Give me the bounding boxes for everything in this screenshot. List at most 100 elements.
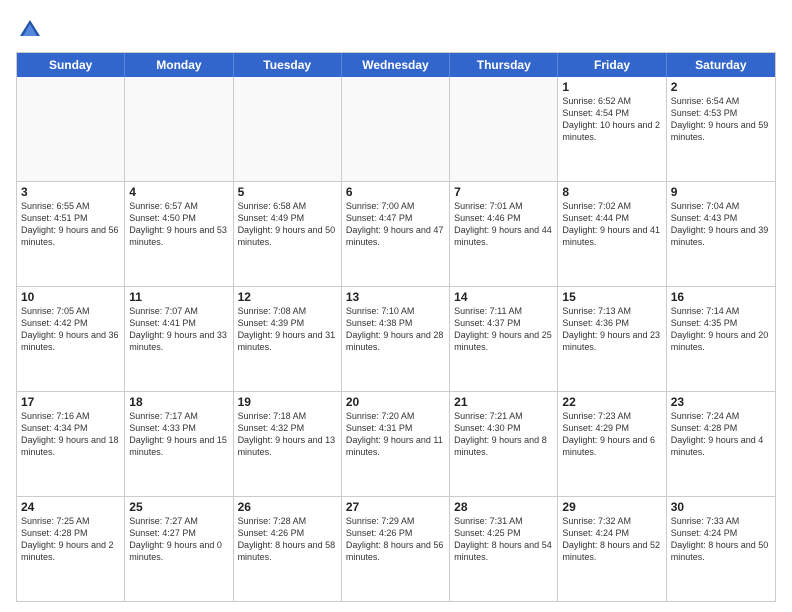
day-number: 11 (129, 290, 228, 304)
day-number: 12 (238, 290, 337, 304)
calendar: SundayMondayTuesdayWednesdayThursdayFrid… (16, 52, 776, 602)
cell-info: Sunrise: 6:55 AM Sunset: 4:51 PM Dayligh… (21, 200, 120, 249)
cell-info: Sunrise: 7:14 AM Sunset: 4:35 PM Dayligh… (671, 305, 771, 354)
cal-cell-r3-c2: 19Sunrise: 7:18 AM Sunset: 4:32 PM Dayli… (234, 392, 342, 496)
cell-info: Sunrise: 6:52 AM Sunset: 4:54 PM Dayligh… (562, 95, 661, 144)
calendar-row-4: 24Sunrise: 7:25 AM Sunset: 4:28 PM Dayli… (17, 496, 775, 601)
cal-cell-r4-c1: 25Sunrise: 7:27 AM Sunset: 4:27 PM Dayli… (125, 497, 233, 601)
cal-cell-r2-c6: 16Sunrise: 7:14 AM Sunset: 4:35 PM Dayli… (667, 287, 775, 391)
cal-cell-r2-c4: 14Sunrise: 7:11 AM Sunset: 4:37 PM Dayli… (450, 287, 558, 391)
cell-info: Sunrise: 7:01 AM Sunset: 4:46 PM Dayligh… (454, 200, 553, 249)
cal-cell-r0-c5: 1Sunrise: 6:52 AM Sunset: 4:54 PM Daylig… (558, 77, 666, 181)
cal-cell-r3-c3: 20Sunrise: 7:20 AM Sunset: 4:31 PM Dayli… (342, 392, 450, 496)
cal-cell-r0-c6: 2Sunrise: 6:54 AM Sunset: 4:53 PM Daylig… (667, 77, 775, 181)
cal-cell-r1-c0: 3Sunrise: 6:55 AM Sunset: 4:51 PM Daylig… (17, 182, 125, 286)
cell-info: Sunrise: 7:20 AM Sunset: 4:31 PM Dayligh… (346, 410, 445, 459)
day-number: 13 (346, 290, 445, 304)
day-number: 25 (129, 500, 228, 514)
calendar-row-1: 3Sunrise: 6:55 AM Sunset: 4:51 PM Daylig… (17, 181, 775, 286)
cal-cell-r4-c5: 29Sunrise: 7:32 AM Sunset: 4:24 PM Dayli… (558, 497, 666, 601)
cal-cell-r3-c1: 18Sunrise: 7:17 AM Sunset: 4:33 PM Dayli… (125, 392, 233, 496)
day-number: 14 (454, 290, 553, 304)
cell-info: Sunrise: 7:05 AM Sunset: 4:42 PM Dayligh… (21, 305, 120, 354)
day-number: 28 (454, 500, 553, 514)
cell-info: Sunrise: 7:32 AM Sunset: 4:24 PM Dayligh… (562, 515, 661, 564)
calendar-row-2: 10Sunrise: 7:05 AM Sunset: 4:42 PM Dayli… (17, 286, 775, 391)
cell-info: Sunrise: 7:23 AM Sunset: 4:29 PM Dayligh… (562, 410, 661, 459)
cell-info: Sunrise: 7:16 AM Sunset: 4:34 PM Dayligh… (21, 410, 120, 459)
logo (16, 16, 48, 44)
header-day-friday: Friday (558, 53, 666, 77)
day-number: 20 (346, 395, 445, 409)
day-number: 21 (454, 395, 553, 409)
logo-icon (16, 16, 44, 44)
cell-info: Sunrise: 6:54 AM Sunset: 4:53 PM Dayligh… (671, 95, 771, 144)
day-number: 18 (129, 395, 228, 409)
cal-cell-r0-c1 (125, 77, 233, 181)
header-day-saturday: Saturday (667, 53, 775, 77)
cell-info: Sunrise: 7:10 AM Sunset: 4:38 PM Dayligh… (346, 305, 445, 354)
cal-cell-r4-c6: 30Sunrise: 7:33 AM Sunset: 4:24 PM Dayli… (667, 497, 775, 601)
cell-info: Sunrise: 7:18 AM Sunset: 4:32 PM Dayligh… (238, 410, 337, 459)
day-number: 17 (21, 395, 120, 409)
cal-cell-r2-c2: 12Sunrise: 7:08 AM Sunset: 4:39 PM Dayli… (234, 287, 342, 391)
cal-cell-r0-c0 (17, 77, 125, 181)
cal-cell-r4-c0: 24Sunrise: 7:25 AM Sunset: 4:28 PM Dayli… (17, 497, 125, 601)
cal-cell-r3-c0: 17Sunrise: 7:16 AM Sunset: 4:34 PM Dayli… (17, 392, 125, 496)
cell-info: Sunrise: 7:11 AM Sunset: 4:37 PM Dayligh… (454, 305, 553, 354)
cell-info: Sunrise: 7:28 AM Sunset: 4:26 PM Dayligh… (238, 515, 337, 564)
calendar-header: SundayMondayTuesdayWednesdayThursdayFrid… (17, 53, 775, 77)
cell-info: Sunrise: 7:02 AM Sunset: 4:44 PM Dayligh… (562, 200, 661, 249)
cal-cell-r3-c4: 21Sunrise: 7:21 AM Sunset: 4:30 PM Dayli… (450, 392, 558, 496)
cell-info: Sunrise: 7:25 AM Sunset: 4:28 PM Dayligh… (21, 515, 120, 564)
cell-info: Sunrise: 7:00 AM Sunset: 4:47 PM Dayligh… (346, 200, 445, 249)
cell-info: Sunrise: 6:57 AM Sunset: 4:50 PM Dayligh… (129, 200, 228, 249)
cell-info: Sunrise: 7:13 AM Sunset: 4:36 PM Dayligh… (562, 305, 661, 354)
cell-info: Sunrise: 7:08 AM Sunset: 4:39 PM Dayligh… (238, 305, 337, 354)
day-number: 4 (129, 185, 228, 199)
cal-cell-r4-c2: 26Sunrise: 7:28 AM Sunset: 4:26 PM Dayli… (234, 497, 342, 601)
day-number: 2 (671, 80, 771, 94)
cal-cell-r0-c2 (234, 77, 342, 181)
cal-cell-r2-c3: 13Sunrise: 7:10 AM Sunset: 4:38 PM Dayli… (342, 287, 450, 391)
day-number: 7 (454, 185, 553, 199)
cal-cell-r2-c1: 11Sunrise: 7:07 AM Sunset: 4:41 PM Dayli… (125, 287, 233, 391)
cell-info: Sunrise: 7:33 AM Sunset: 4:24 PM Dayligh… (671, 515, 771, 564)
day-number: 22 (562, 395, 661, 409)
cell-info: Sunrise: 7:29 AM Sunset: 4:26 PM Dayligh… (346, 515, 445, 564)
day-number: 15 (562, 290, 661, 304)
cal-cell-r0-c4 (450, 77, 558, 181)
day-number: 23 (671, 395, 771, 409)
day-number: 30 (671, 500, 771, 514)
cal-cell-r1-c4: 7Sunrise: 7:01 AM Sunset: 4:46 PM Daylig… (450, 182, 558, 286)
calendar-row-3: 17Sunrise: 7:16 AM Sunset: 4:34 PM Dayli… (17, 391, 775, 496)
day-number: 6 (346, 185, 445, 199)
cell-info: Sunrise: 7:27 AM Sunset: 4:27 PM Dayligh… (129, 515, 228, 564)
cell-info: Sunrise: 6:58 AM Sunset: 4:49 PM Dayligh… (238, 200, 337, 249)
cell-info: Sunrise: 7:07 AM Sunset: 4:41 PM Dayligh… (129, 305, 228, 354)
header-day-wednesday: Wednesday (342, 53, 450, 77)
header-day-tuesday: Tuesday (234, 53, 342, 77)
header-day-sunday: Sunday (17, 53, 125, 77)
day-number: 29 (562, 500, 661, 514)
cal-cell-r1-c6: 9Sunrise: 7:04 AM Sunset: 4:43 PM Daylig… (667, 182, 775, 286)
header (16, 12, 776, 44)
day-number: 8 (562, 185, 661, 199)
header-day-monday: Monday (125, 53, 233, 77)
day-number: 9 (671, 185, 771, 199)
cell-info: Sunrise: 7:17 AM Sunset: 4:33 PM Dayligh… (129, 410, 228, 459)
header-day-thursday: Thursday (450, 53, 558, 77)
day-number: 3 (21, 185, 120, 199)
cal-cell-r2-c5: 15Sunrise: 7:13 AM Sunset: 4:36 PM Dayli… (558, 287, 666, 391)
cal-cell-r3-c5: 22Sunrise: 7:23 AM Sunset: 4:29 PM Dayli… (558, 392, 666, 496)
calendar-body: 1Sunrise: 6:52 AM Sunset: 4:54 PM Daylig… (17, 77, 775, 601)
day-number: 26 (238, 500, 337, 514)
calendar-row-0: 1Sunrise: 6:52 AM Sunset: 4:54 PM Daylig… (17, 77, 775, 181)
cal-cell-r1-c5: 8Sunrise: 7:02 AM Sunset: 4:44 PM Daylig… (558, 182, 666, 286)
day-number: 27 (346, 500, 445, 514)
day-number: 5 (238, 185, 337, 199)
cal-cell-r1-c1: 4Sunrise: 6:57 AM Sunset: 4:50 PM Daylig… (125, 182, 233, 286)
cal-cell-r2-c0: 10Sunrise: 7:05 AM Sunset: 4:42 PM Dayli… (17, 287, 125, 391)
cal-cell-r3-c6: 23Sunrise: 7:24 AM Sunset: 4:28 PM Dayli… (667, 392, 775, 496)
day-number: 19 (238, 395, 337, 409)
